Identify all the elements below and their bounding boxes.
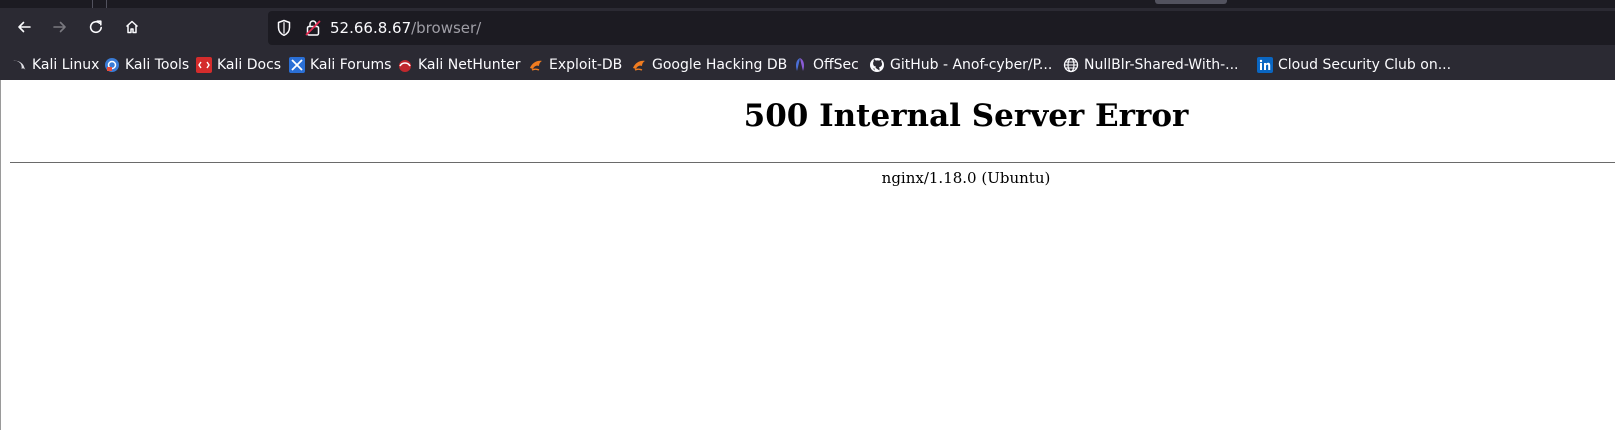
url-path: /browser/	[411, 19, 482, 37]
tab-strip	[0, 0, 1615, 8]
bookmark-label: Kali Docs	[217, 57, 282, 73]
kali-tools-icon	[104, 57, 120, 73]
url-host: 52.66.8.67	[330, 19, 412, 37]
bookmark-github-anof-cyber[interactable]: GitHub - Anof-cyber/P...	[869, 55, 1052, 75]
bookmark-kali-linux[interactable]: Kali Linux	[11, 55, 99, 75]
offsec-icon	[792, 57, 808, 73]
bookmark-offsec[interactable]: OffSec	[792, 55, 859, 75]
tab-separator	[106, 0, 107, 8]
bookmark-label: Kali Linux	[32, 57, 100, 73]
page-content: 500 Internal Server Error nginx/1.18.0 (…	[0, 80, 1615, 430]
url-text[interactable]: 52.66.8.67/browser/	[330, 19, 481, 37]
bookmark-nullblr-shared[interactable]: NullBlr-Shared-With-...	[1063, 55, 1239, 75]
bookmark-label: Cloud Security Club on...	[1278, 57, 1452, 73]
linkedin-icon	[1257, 57, 1273, 73]
bookmark-label: GitHub - Anof-cyber/P...	[890, 57, 1053, 73]
server-signature: nginx/1.18.0 (Ubuntu)	[881, 169, 1051, 187]
bookmark-label: Google Hacking DB	[652, 57, 788, 73]
back-button[interactable]	[8, 11, 40, 43]
forward-button[interactable]	[44, 11, 76, 43]
insecure-lock-icon[interactable]	[305, 19, 321, 37]
github-icon	[869, 57, 885, 73]
bookmark-label: NullBlr-Shared-With-...	[1084, 57, 1239, 73]
bookmark-google-hacking-db[interactable]: Google Hacking DB	[631, 55, 787, 75]
kali-nethunter-icon	[397, 57, 413, 73]
forward-arrow-icon	[53, 21, 66, 33]
globe-icon	[1063, 57, 1079, 73]
kali-docs-icon	[196, 57, 212, 73]
error-title: 500 Internal Server Error	[743, 98, 1189, 134]
divider	[10, 162, 1615, 163]
navigation-toolbar: 52.66.8.67/browser/	[0, 9, 1615, 49]
reload-icon	[89, 20, 102, 34]
back-arrow-icon	[18, 21, 31, 33]
bookmark-cloud-security-club[interactable]: Cloud Security Club on...	[1257, 55, 1451, 75]
bookmark-exploit-db[interactable]: Exploit-DB	[528, 55, 622, 75]
bookmark-kali-forums[interactable]: Kali Forums	[289, 55, 391, 75]
bookmark-kali-nethunter[interactable]: Kali NetHunter	[397, 55, 520, 75]
address-bar[interactable]: 52.66.8.67/browser/	[268, 11, 1615, 45]
tracking-protection-shield-icon[interactable]	[276, 19, 292, 37]
bookmark-label: Kali Forums	[310, 57, 392, 73]
browser-chrome: 52.66.8.67/browser/ Kali Linux Kali Tool…	[0, 0, 1615, 80]
bookmarks-toolbar: Kali Linux Kali Tools Kali Docs Kali For…	[0, 52, 1615, 78]
exploit-db-icon	[631, 57, 647, 73]
bookmark-kali-tools[interactable]: Kali Tools	[104, 55, 189, 75]
reload-button[interactable]	[80, 11, 112, 43]
bookmark-label: Kali NetHunter	[418, 57, 521, 73]
home-button[interactable]	[116, 11, 148, 43]
active-tab-indicator[interactable]	[1155, 0, 1227, 4]
tab-separator	[92, 0, 93, 8]
exploit-db-icon	[528, 57, 544, 73]
kali-dragon-icon	[11, 57, 27, 73]
bookmark-label: Kali Tools	[125, 57, 190, 73]
kali-forums-icon	[289, 57, 305, 73]
bookmark-label: Exploit-DB	[549, 57, 623, 73]
bookmark-label: OffSec	[813, 57, 859, 73]
bookmark-kali-docs[interactable]: Kali Docs	[196, 55, 281, 75]
home-icon	[125, 20, 139, 34]
